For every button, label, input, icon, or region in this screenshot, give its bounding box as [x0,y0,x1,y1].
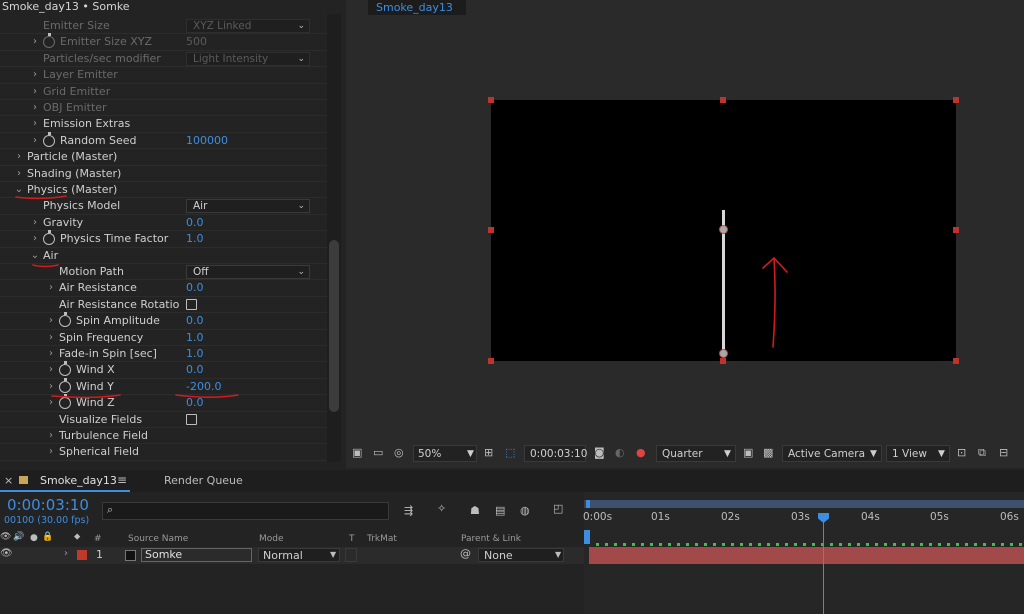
annotation-underline [15,195,67,200]
annotation-underline [175,394,239,399]
annotation-underline [32,264,59,268]
annotation-arrow [762,256,788,348]
annotation-underline [51,394,121,399]
annotation-overlay [15,195,788,399]
